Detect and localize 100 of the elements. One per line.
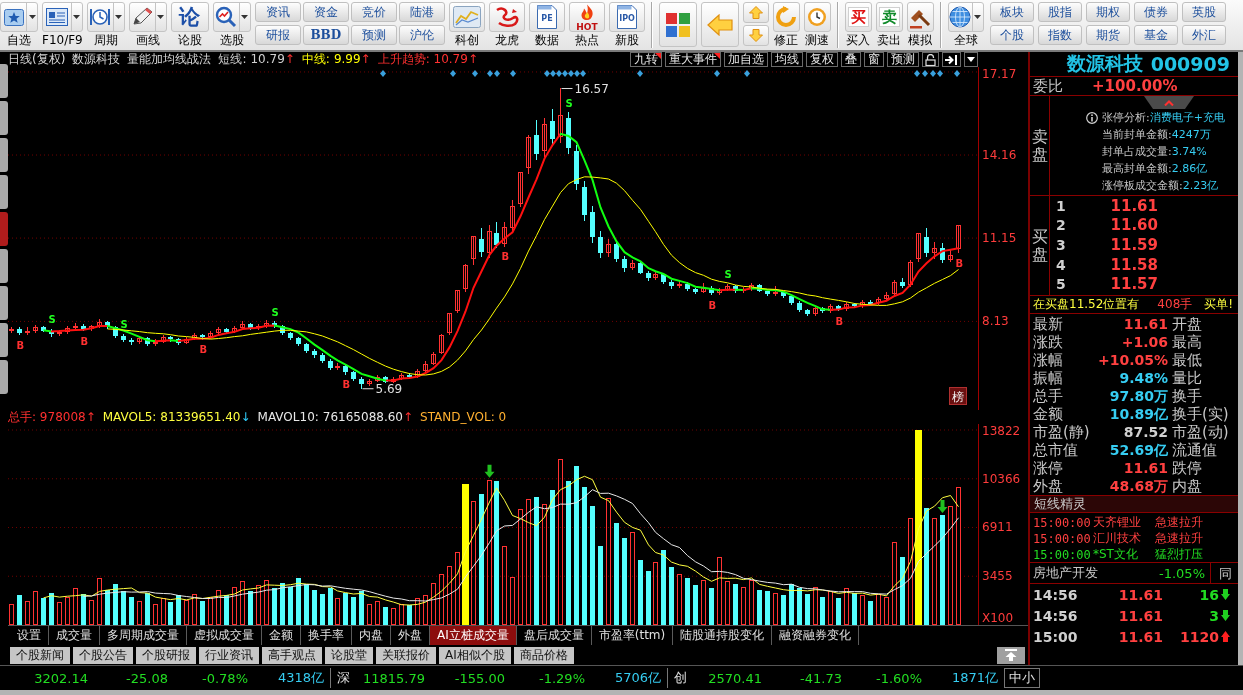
bar <box>892 542 897 625</box>
candlestick <box>542 117 547 158</box>
chart-tool-button[interactable]: 窗 <box>864 52 884 67</box>
chart-tool-button[interactable]: 叠 <box>841 52 861 67</box>
bar <box>25 601 30 625</box>
sell-signal: S <box>724 269 732 281</box>
market-button[interactable]: 期权 <box>1085 2 1130 22</box>
news-tab[interactable]: 论股堂 <box>325 646 373 664</box>
quick-button[interactable]: 预测 <box>350 25 397 45</box>
market-button[interactable]: 股指 <box>1037 2 1082 22</box>
arrow-down-icon <box>748 29 763 42</box>
indicator-tab[interactable]: 设置 <box>10 626 49 645</box>
quick-button[interactable]: 资金 <box>302 2 349 22</box>
market-button[interactable]: 板块 <box>989 2 1034 22</box>
bar <box>622 538 627 625</box>
collapse-right-button[interactable] <box>942 52 961 67</box>
bar <box>232 587 237 625</box>
quick-button[interactable]: BBD <box>302 25 349 45</box>
buy-signal: B <box>16 339 25 351</box>
side-tab[interactable] <box>0 64 8 98</box>
indicator-tab[interactable]: AI立桩成交量 <box>430 626 517 645</box>
side-tab[interactable] <box>0 286 8 320</box>
indicator-tab[interactable]: 换手率 <box>301 626 352 645</box>
quick-button[interactable]: 竞价 <box>350 2 397 22</box>
news-tab[interactable]: 个股公告 <box>73 646 133 664</box>
bar <box>192 594 197 625</box>
news-tab[interactable]: 商品价格 <box>513 646 574 664</box>
toolbar-button[interactable] <box>658 2 697 48</box>
bar <box>868 601 873 625</box>
side-tab[interactable] <box>0 249 8 283</box>
market-button[interactable]: 债券 <box>1133 2 1178 22</box>
info-value: 4247万 <box>1171 127 1211 143</box>
side-tab[interactable] <box>0 212 8 246</box>
diamond-icon <box>510 70 516 77</box>
news-tab[interactable]: 高手观点 <box>262 646 322 664</box>
market-button[interactable]: 个股 <box>989 25 1034 45</box>
diamond-icon <box>637 70 643 77</box>
alert-stock: 天齐锂业 <box>1093 514 1142 531</box>
bar <box>860 595 865 625</box>
down-button[interactable] <box>742 25 769 46</box>
tick-volume: 16 <box>1198 586 1220 603</box>
quick-button[interactable]: 陆港 <box>398 2 445 22</box>
news-tab[interactable]: 个股研报 <box>136 646 196 664</box>
indicator-tab[interactable]: 市盈率(ttm) <box>591 626 674 645</box>
market-button[interactable]: 英股 <box>1181 2 1226 22</box>
news-tab[interactable]: 行业资讯 <box>199 646 259 664</box>
chart-tool-button[interactable]: 重大事件 <box>665 52 721 67</box>
price-axis-label: 11.15 <box>982 231 1017 246</box>
ratio-value: +100.00% <box>1092 77 1178 95</box>
bar <box>805 594 810 625</box>
scroll-top-button[interactable] <box>997 646 1025 664</box>
quick-button[interactable]: 资讯 <box>254 2 301 22</box>
quote-label: 总手 <box>1032 387 1064 405</box>
news-tab[interactable]: 关联报价 <box>376 646 436 664</box>
bar <box>153 604 158 625</box>
news-tab[interactable]: 个股新闻 <box>10 646 70 664</box>
side-tab[interactable] <box>0 138 8 172</box>
news-tab[interactable]: AI相似个股 <box>439 646 511 664</box>
side-tab[interactable] <box>0 323 8 357</box>
side-tab[interactable] <box>0 101 8 135</box>
side-tab[interactable] <box>0 175 8 209</box>
indicator-tab[interactable]: 虚拟成交量 <box>187 626 262 645</box>
bar <box>224 595 229 625</box>
bar <box>717 557 722 625</box>
market-button[interactable]: 基金 <box>1133 25 1178 45</box>
quick-button[interactable]: 研报 <box>254 25 301 45</box>
toolbar-button[interactable] <box>700 2 739 48</box>
indicator-tab[interactable]: 多周期成交量 <box>100 626 187 645</box>
notice-volume: 408手 <box>1157 296 1193 313</box>
indicator-tab[interactable]: 陆股通持股变化 <box>673 626 773 645</box>
bar <box>335 598 340 625</box>
indicator-tab[interactable]: 成交量 <box>49 626 100 645</box>
bar <box>57 602 62 625</box>
index-tab[interactable]: 中小 <box>1004 668 1040 688</box>
indicator-tab[interactable]: 内盘 <box>352 626 391 645</box>
alert-time: 15:00:00 <box>1033 515 1092 530</box>
indicator-tab[interactable]: 盘后成交量 <box>516 626 592 645</box>
sell-signal: S <box>120 319 128 331</box>
indicator-tab[interactable]: 融资融券变化 <box>772 626 860 645</box>
bar <box>121 591 126 625</box>
chart-tool-button[interactable]: 预测 <box>887 52 919 67</box>
chart-tool-button[interactable]: 加自选 <box>724 52 768 67</box>
side-tab[interactable] <box>0 360 8 394</box>
rank-badge[interactable]: 榜 <box>949 387 967 405</box>
tick-time: 14:56 <box>1033 607 1079 624</box>
bar <box>328 588 333 625</box>
chart-tool-button[interactable]: 均线 <box>771 52 803 67</box>
indicator-tab[interactable]: 金额 <box>262 626 301 645</box>
lock-button[interactable] <box>922 52 939 67</box>
market-button[interactable]: 期货 <box>1085 25 1130 45</box>
sell-signal: S <box>565 97 573 109</box>
quick-button[interactable]: 沪伦 <box>398 25 445 45</box>
bar <box>733 584 738 625</box>
chart-tool-button[interactable]: 复权 <box>806 52 838 67</box>
market-button[interactable]: 指数 <box>1037 25 1082 45</box>
up-button[interactable] <box>742 2 769 23</box>
market-button[interactable]: 外汇 <box>1181 25 1226 45</box>
menu-button[interactable] <box>964 52 978 67</box>
bar <box>272 588 277 625</box>
chart-tool-button[interactable]: 九转 <box>630 52 662 67</box>
